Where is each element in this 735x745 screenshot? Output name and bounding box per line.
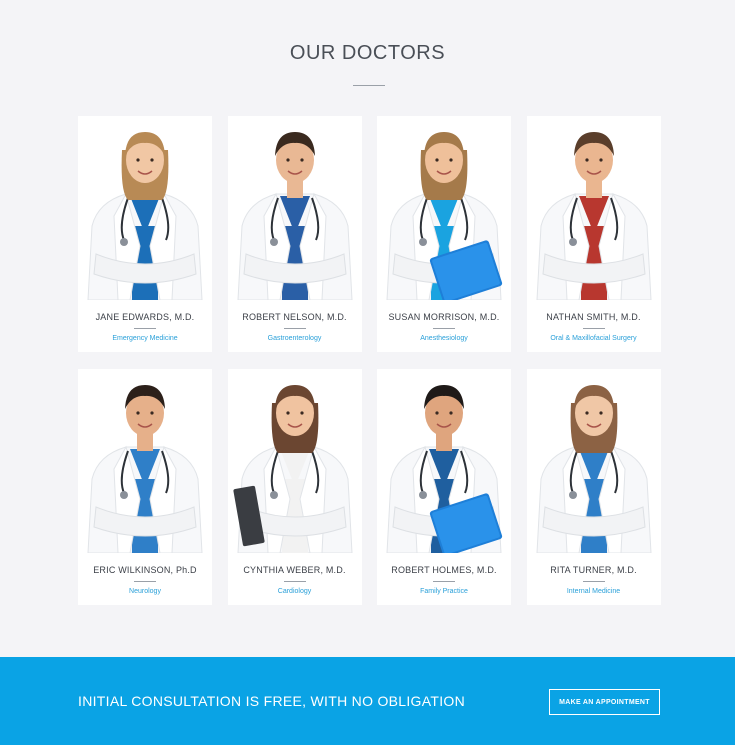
doctor-card[interactable]: NATHAN SMITH, M.D. Oral & Maxillofacial S… [526, 116, 661, 352]
name-divider [283, 581, 306, 582]
title-divider [353, 85, 385, 86]
doctor-specialty[interactable]: Family Practice [377, 588, 511, 595]
doctor-photo [78, 116, 212, 300]
doctor-specialty[interactable]: Gastroenterology [228, 335, 362, 342]
consultation-banner: INITIAL CONSULTATION IS FREE, WITH NO OB… [0, 657, 735, 745]
doctors-grid: JANE EDWARDS, M.D. Emergency Medicine RO… [78, 116, 661, 605]
section-title: OUR DOCTORS [289, 42, 446, 64]
doctor-name[interactable]: JANE EDWARDS, M.D. [78, 312, 212, 322]
doctor-photo [377, 369, 511, 553]
doctor-card[interactable]: ROBERT HOLMES, M.D. Family Practice [377, 369, 511, 605]
doctor-card[interactable]: JANE EDWARDS, M.D. Emergency Medicine [78, 116, 212, 352]
doctor-photo [377, 116, 511, 300]
doctor-specialty[interactable]: Internal Medicine [527, 588, 661, 595]
make-appointment-button[interactable]: MAKE AN APPOINTMENT [549, 689, 660, 715]
doctor-card[interactable]: ERIC WILKINSON, Ph.D Neurology [78, 369, 212, 605]
doctor-name[interactable]: RITA TURNER, M.D. [527, 565, 661, 575]
doctor-specialty[interactable]: Neurology [78, 588, 212, 595]
doctor-name[interactable]: SUSAN MORRISON, M.D. [377, 312, 511, 322]
doctor-card[interactable]: RITA TURNER, M.D. Internal Medicine [526, 369, 661, 605]
doctor-specialty[interactable]: Emergency Medicine [78, 335, 212, 342]
doctor-specialty[interactable]: Cardiology [228, 588, 362, 595]
doctor-card[interactable]: CYNTHIA WEBER, M.D. Cardiology [227, 369, 362, 605]
doctor-name[interactable]: CYNTHIA WEBER, M.D. [228, 565, 362, 575]
banner-text: INITIAL CONSULTATION IS FREE, WITH NO OB… [78, 693, 465, 709]
doctor-name[interactable]: NATHAN SMITH, M.D. [527, 312, 661, 322]
doctor-name[interactable]: ERIC WILKINSON, Ph.D [78, 565, 212, 575]
doctor-specialty[interactable]: Anesthesiology [377, 335, 511, 342]
name-divider [283, 328, 306, 329]
doctor-photo [526, 116, 661, 300]
doctor-photo [526, 369, 661, 553]
name-divider [433, 328, 455, 329]
doctor-name[interactable]: ROBERT NELSON, M.D. [228, 312, 362, 322]
name-divider [582, 581, 605, 582]
doctor-photo [227, 116, 362, 300]
doctor-specialty[interactable]: Oral & Maxillofacial Surgery [527, 335, 661, 342]
name-divider [582, 328, 605, 329]
name-divider [134, 328, 156, 329]
doctor-card[interactable]: ROBERT NELSON, M.D. Gastroenterology [227, 116, 362, 352]
name-divider [433, 581, 455, 582]
doctor-name[interactable]: ROBERT HOLMES, M.D. [377, 565, 511, 575]
doctor-photo [227, 369, 362, 553]
doctor-photo [78, 369, 212, 553]
name-divider [134, 581, 156, 582]
doctor-card[interactable]: SUSAN MORRISON, M.D. Anesthesiology [377, 116, 511, 352]
